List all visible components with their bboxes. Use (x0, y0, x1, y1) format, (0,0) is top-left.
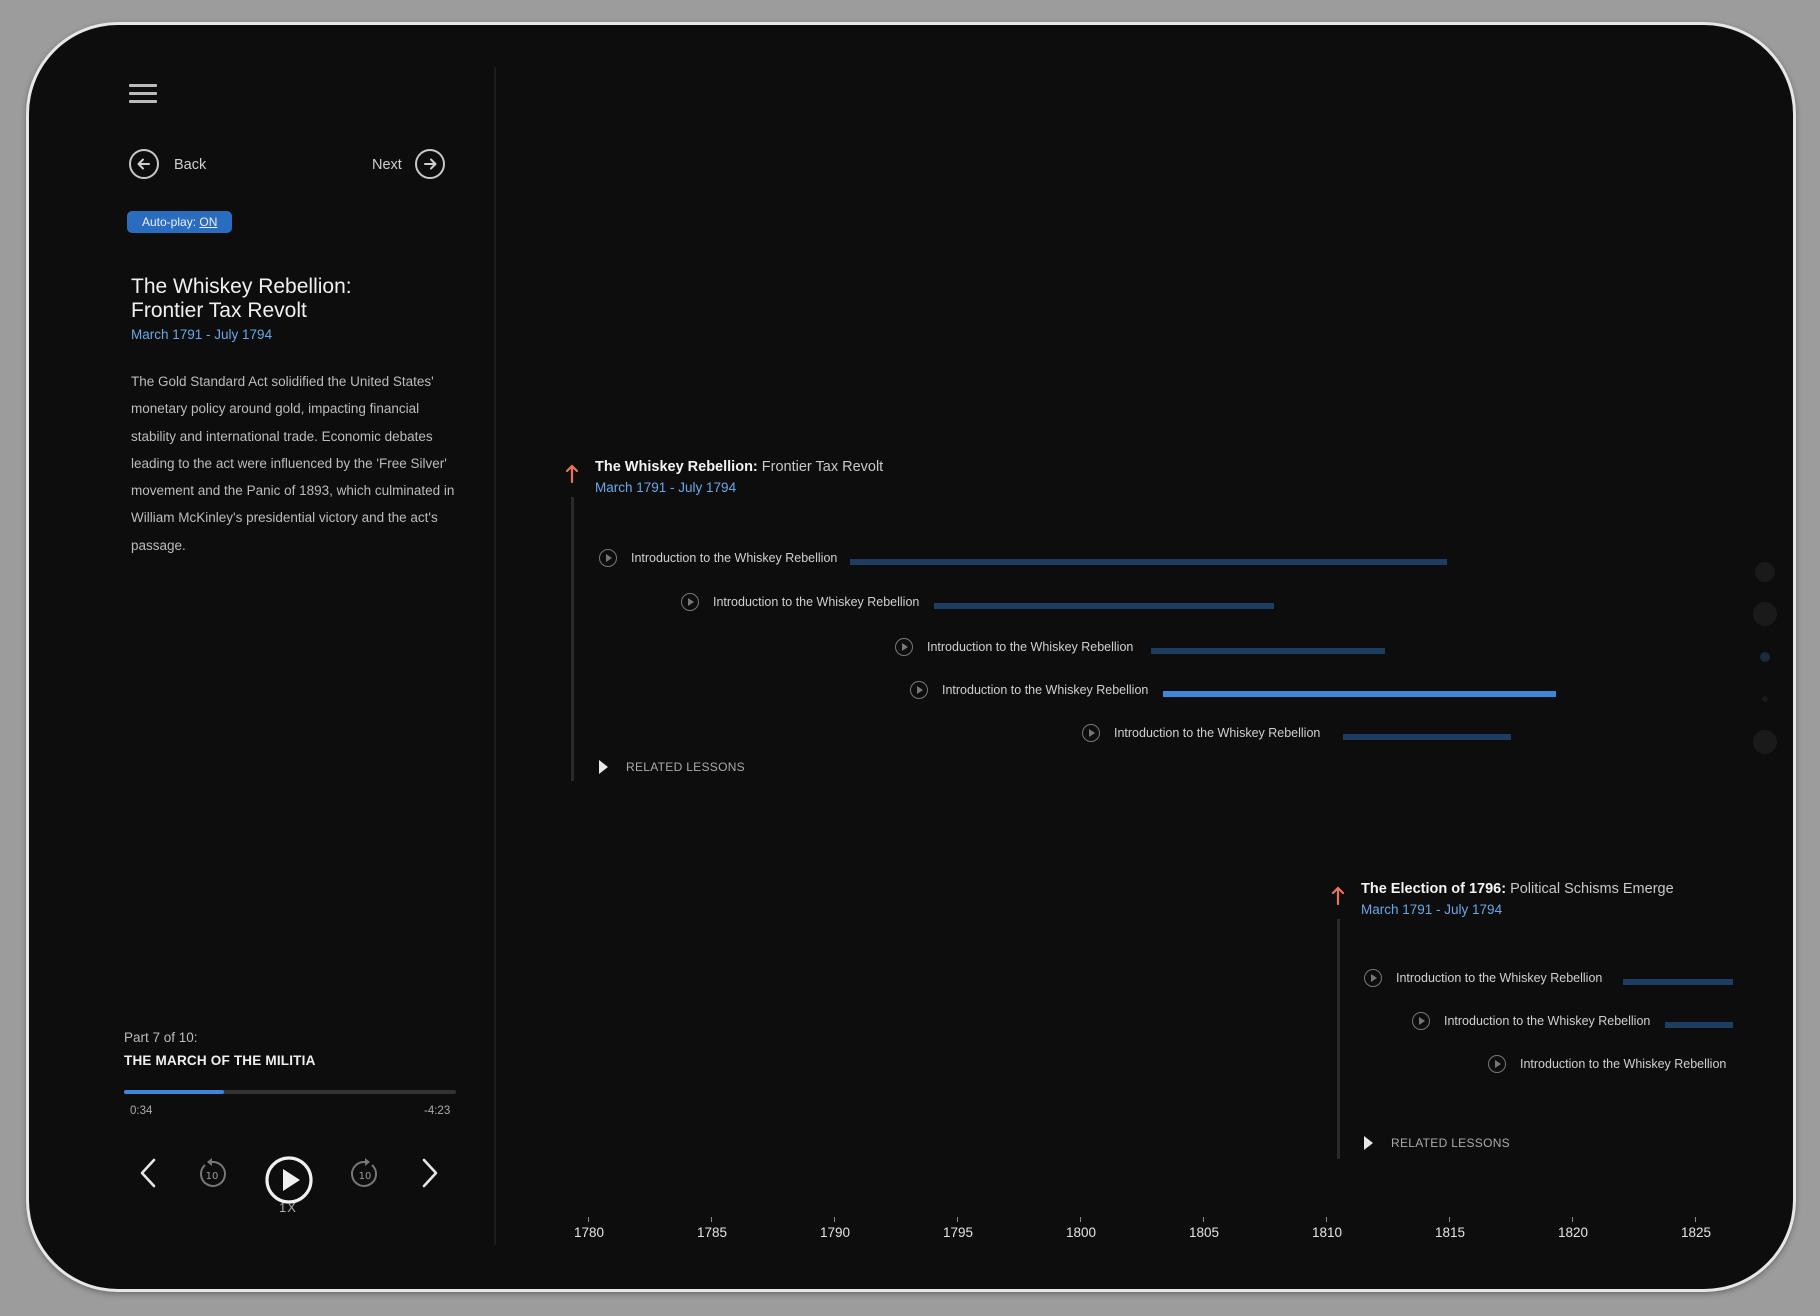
playback-speed[interactable]: 1X (279, 1200, 297, 1215)
axis-tick: 1790 (805, 1217, 865, 1240)
progress-fill (124, 1090, 224, 1094)
rewind-seconds: 10 (206, 1171, 219, 1182)
lesson-label: Introduction to the Whiskey Rebellion (1114, 726, 1321, 740)
back-arrow-icon[interactable] (129, 149, 159, 179)
forward-10-icon[interactable]: 10 (348, 1157, 382, 1191)
lesson-label: Introduction to the Whiskey Rebellion (1520, 1057, 1727, 1071)
lesson-item[interactable]: Introduction to the Whiskey Rebellion (895, 638, 1133, 656)
lesson-title-line2: Frontier Tax Revolt (131, 299, 307, 322)
rewind-10-icon[interactable]: 10 (195, 1157, 229, 1191)
next-arrow-icon[interactable] (415, 149, 445, 179)
lesson-span-bar[interactable] (1623, 979, 1733, 985)
lesson-span-bar[interactable] (934, 603, 1274, 609)
lesson-span-bar[interactable] (850, 559, 1447, 565)
related-lessons-label: RELATED LESSONS (1391, 1136, 1510, 1150)
lesson-span-bar[interactable] (1151, 648, 1385, 654)
lesson-label: Introduction to the Whiskey Rebellion (631, 551, 838, 565)
event-connector (1337, 919, 1340, 1159)
axis-tick: 1785 (682, 1217, 742, 1240)
next-icon[interactable] (416, 1155, 444, 1191)
page-dot[interactable] (1762, 696, 1768, 702)
axis-tick: 1805 (1174, 1217, 1234, 1240)
lesson-span-bar-active[interactable] (1163, 691, 1556, 697)
lesson-span-bar[interactable] (1665, 1022, 1733, 1028)
axis-tick: 1780 (559, 1217, 619, 1240)
part-counter: Part 7 of 10: (124, 1030, 198, 1045)
expand-triangle-icon (599, 760, 608, 774)
panel-divider (494, 67, 496, 1245)
lesson-item[interactable]: Introduction to the Whiskey Rebellion (1412, 1012, 1650, 1030)
page-dot[interactable] (1753, 602, 1777, 626)
lesson-date: March 1791 - July 1794 (131, 327, 273, 342)
event-marker-icon (565, 464, 579, 483)
autoplay-toggle[interactable]: Auto-play: ON (127, 211, 233, 233)
lesson-item[interactable]: Introduction to the Whiskey Rebellion (1082, 724, 1320, 742)
axis-tick: 1815 (1420, 1217, 1480, 1240)
progress-bar[interactable] (124, 1090, 456, 1094)
axis-tick: 1825 (1666, 1217, 1726, 1240)
page-dot[interactable] (1755, 562, 1775, 582)
app-screen: Back Next Auto-play: ON The Whiskey Rebe… (29, 25, 1793, 1289)
lesson-title: The Whiskey Rebellion: Frontier Tax Revo… (131, 275, 461, 323)
autoplay-state: ON (199, 215, 218, 229)
event-marker-icon (1331, 886, 1345, 905)
autoplay-label: Auto-play: (142, 215, 200, 229)
event-title-bold: The Whiskey Rebellion: (595, 459, 758, 475)
lesson-span-bar[interactable] (1343, 734, 1511, 740)
lesson-label: Introduction to the Whiskey Rebellion (1444, 1014, 1651, 1028)
play-button-icon[interactable] (264, 1155, 314, 1205)
event-date: March 1791 - July 1794 (595, 480, 737, 495)
play-circle-icon (1082, 724, 1100, 742)
lesson-label: Introduction to the Whiskey Rebellion (927, 640, 1134, 654)
axis-tick: 1820 (1543, 1217, 1603, 1240)
axis-tick: 1810 (1297, 1217, 1357, 1240)
part-title: THE MARCH OF THE MILITIA (124, 1053, 316, 1068)
play-circle-icon (1364, 969, 1382, 987)
play-circle-icon (681, 593, 699, 611)
next-button[interactable]: Next (372, 157, 402, 173)
play-circle-icon (1412, 1012, 1430, 1030)
event-connector (571, 497, 574, 781)
lesson-sidebar: Back Next Auto-play: ON The Whiskey Rebe… (29, 25, 495, 1289)
expand-triangle-icon (1364, 1136, 1373, 1150)
lesson-label: Introduction to the Whiskey Rebellion (713, 595, 920, 609)
axis-tick: 1795 (928, 1217, 988, 1240)
previous-icon[interactable] (134, 1155, 162, 1191)
lesson-item[interactable]: Introduction to the Whiskey Rebellion (1364, 969, 1602, 987)
event-title[interactable]: The Whiskey Rebellion: Frontier Tax Revo… (595, 459, 883, 475)
back-button[interactable]: Back (174, 157, 206, 173)
play-circle-icon (895, 638, 913, 656)
event-title[interactable]: The Election of 1796: Political Schisms … (1361, 881, 1674, 897)
play-circle-icon (910, 681, 928, 699)
remaining-time: -4:23 (424, 1105, 451, 1117)
lesson-item[interactable]: Introduction to the Whiskey Rebellion (681, 593, 919, 611)
lesson-item[interactable]: Introduction to the Whiskey Rebellion (1488, 1055, 1726, 1073)
event-title-rest: Political Schisms Emerge (1506, 881, 1674, 897)
related-lessons-toggle[interactable]: RELATED LESSONS (599, 760, 745, 774)
forward-seconds: 10 (359, 1171, 372, 1182)
axis-tick: 1800 (1051, 1217, 1111, 1240)
lesson-title-line1: The Whiskey Rebellion: (131, 275, 352, 298)
event-date: March 1791 - July 1794 (1361, 902, 1503, 917)
event-title-bold: The Election of 1796: (1361, 881, 1507, 897)
lesson-label: Introduction to the Whiskey Rebellion (942, 683, 1149, 697)
play-circle-icon (599, 549, 617, 567)
lesson-item[interactable]: Introduction to the Whiskey Rebellion (910, 681, 1148, 699)
page-dot-active[interactable] (1760, 652, 1770, 662)
event-title-rest: Frontier Tax Revolt (757, 459, 884, 475)
lesson-item[interactable]: Introduction to the Whiskey Rebellion (599, 549, 837, 567)
related-lessons-label: RELATED LESSONS (626, 760, 745, 774)
play-circle-icon (1488, 1055, 1506, 1073)
tablet-frame: Back Next Auto-play: ON The Whiskey Rebe… (26, 22, 1796, 1292)
page-dot[interactable] (1753, 730, 1777, 754)
hamburger-menu-icon[interactable] (129, 84, 157, 106)
elapsed-time: 0:34 (130, 1105, 153, 1117)
lesson-label: Introduction to the Whiskey Rebellion (1396, 971, 1603, 985)
related-lessons-toggle[interactable]: RELATED LESSONS (1364, 1136, 1510, 1150)
lesson-description: The Gold Standard Act solidified the Uni… (131, 374, 455, 553)
